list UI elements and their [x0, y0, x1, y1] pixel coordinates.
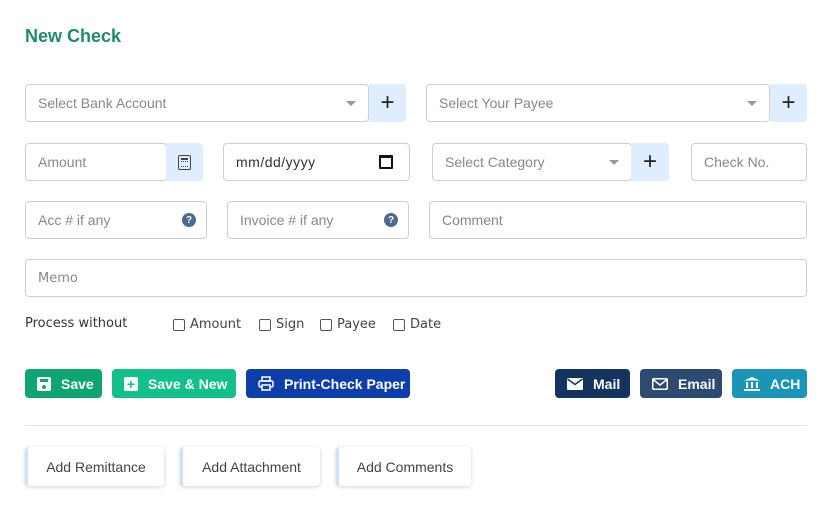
memo-input[interactable]: Memo: [25, 259, 807, 297]
save-and-new-label: Save & New: [148, 375, 228, 392]
add-comments-button[interactable]: Add Comments: [336, 447, 471, 486]
process-without-date-checkbox[interactable]: Date: [393, 317, 441, 332]
mail-label: Mail: [593, 375, 621, 392]
calendar-icon[interactable]: [379, 155, 393, 169]
date-placeholder: mm/dd/yyyy: [236, 154, 316, 170]
amount-placeholder: Amount: [38, 154, 87, 170]
category-select[interactable]: Select Category: [432, 143, 632, 181]
add-payee-button[interactable]: +: [770, 84, 807, 122]
process-without-payee-checkbox[interactable]: Payee: [320, 317, 376, 332]
checkbox-label: Date: [410, 317, 442, 332]
calculator-icon: [178, 154, 191, 170]
email-button[interactable]: Email: [640, 369, 722, 398]
plus-icon: +: [781, 89, 796, 116]
save-icon: [37, 376, 51, 391]
bank-icon: [744, 376, 760, 391]
invoice-number-input[interactable]: Invoice # if any ?: [227, 201, 409, 239]
save-button[interactable]: Save: [25, 369, 102, 398]
process-without-label: Process without: [25, 316, 128, 331]
plus-square-icon: +: [124, 376, 138, 391]
help-icon[interactable]: ?: [384, 213, 398, 227]
save-label: Save: [61, 375, 94, 392]
checkbox-label: Amount: [190, 317, 242, 332]
process-without-amount-checkbox[interactable]: Amount: [173, 317, 241, 332]
envelope-icon: [567, 377, 583, 390]
chevron-down-icon: [747, 101, 757, 106]
account-number-input[interactable]: Acc # if any ?: [25, 201, 207, 239]
invoice-number-placeholder: Invoice # if any: [240, 212, 334, 228]
checkbox-label: Payee: [337, 317, 376, 332]
amount-input[interactable]: Amount: [25, 143, 167, 181]
date-input[interactable]: mm/dd/yyyy: [223, 143, 410, 181]
comment-placeholder: Comment: [442, 212, 503, 228]
account-number-placeholder: Acc # if any: [38, 212, 111, 228]
memo-placeholder: Memo: [38, 270, 78, 286]
comment-input[interactable]: Comment: [429, 201, 807, 239]
plus-icon: +: [380, 89, 395, 116]
checkbox-icon[interactable]: [173, 318, 185, 331]
print-check-paper-label: Print-Check Paper: [284, 375, 406, 392]
mail-button[interactable]: Mail: [555, 369, 630, 398]
ach-label: ACH: [770, 375, 801, 392]
checkbox-icon[interactable]: [320, 318, 332, 331]
divider: [25, 425, 807, 426]
ach-button[interactable]: ACH: [732, 369, 807, 398]
checkbox-icon[interactable]: [393, 318, 405, 331]
bank-account-select[interactable]: Select Bank Account: [25, 84, 369, 122]
envelope-outline-icon: [652, 377, 668, 390]
check-number-input[interactable]: Check No.: [691, 143, 807, 181]
plus-icon: +: [642, 148, 657, 175]
email-label: Email: [678, 375, 716, 392]
printer-icon: [258, 376, 274, 391]
payee-placeholder: Select Your Payee: [439, 95, 554, 111]
add-category-button[interactable]: +: [631, 143, 669, 181]
checkbox-label: Sign: [276, 317, 305, 332]
bank-account-placeholder: Select Bank Account: [38, 95, 167, 111]
chevron-down-icon: [609, 160, 619, 165]
add-remittance-button[interactable]: Add Remittance: [25, 447, 164, 486]
process-without-sign-checkbox[interactable]: Sign: [259, 317, 304, 332]
category-placeholder: Select Category: [445, 154, 545, 170]
calculator-button[interactable]: [166, 143, 203, 181]
save-and-new-button[interactable]: + Save & New: [112, 369, 236, 398]
page-title: New Check: [25, 26, 122, 46]
print-check-paper-button[interactable]: Print-Check Paper: [246, 369, 410, 398]
chevron-down-icon: [346, 101, 356, 106]
payee-select[interactable]: Select Your Payee: [426, 84, 770, 122]
help-icon[interactable]: ?: [182, 213, 196, 227]
add-attachment-button[interactable]: Add Attachment: [180, 447, 320, 486]
add-bank-account-button[interactable]: +: [369, 84, 406, 122]
check-number-placeholder: Check No.: [704, 154, 770, 170]
checkbox-icon[interactable]: [259, 318, 271, 331]
